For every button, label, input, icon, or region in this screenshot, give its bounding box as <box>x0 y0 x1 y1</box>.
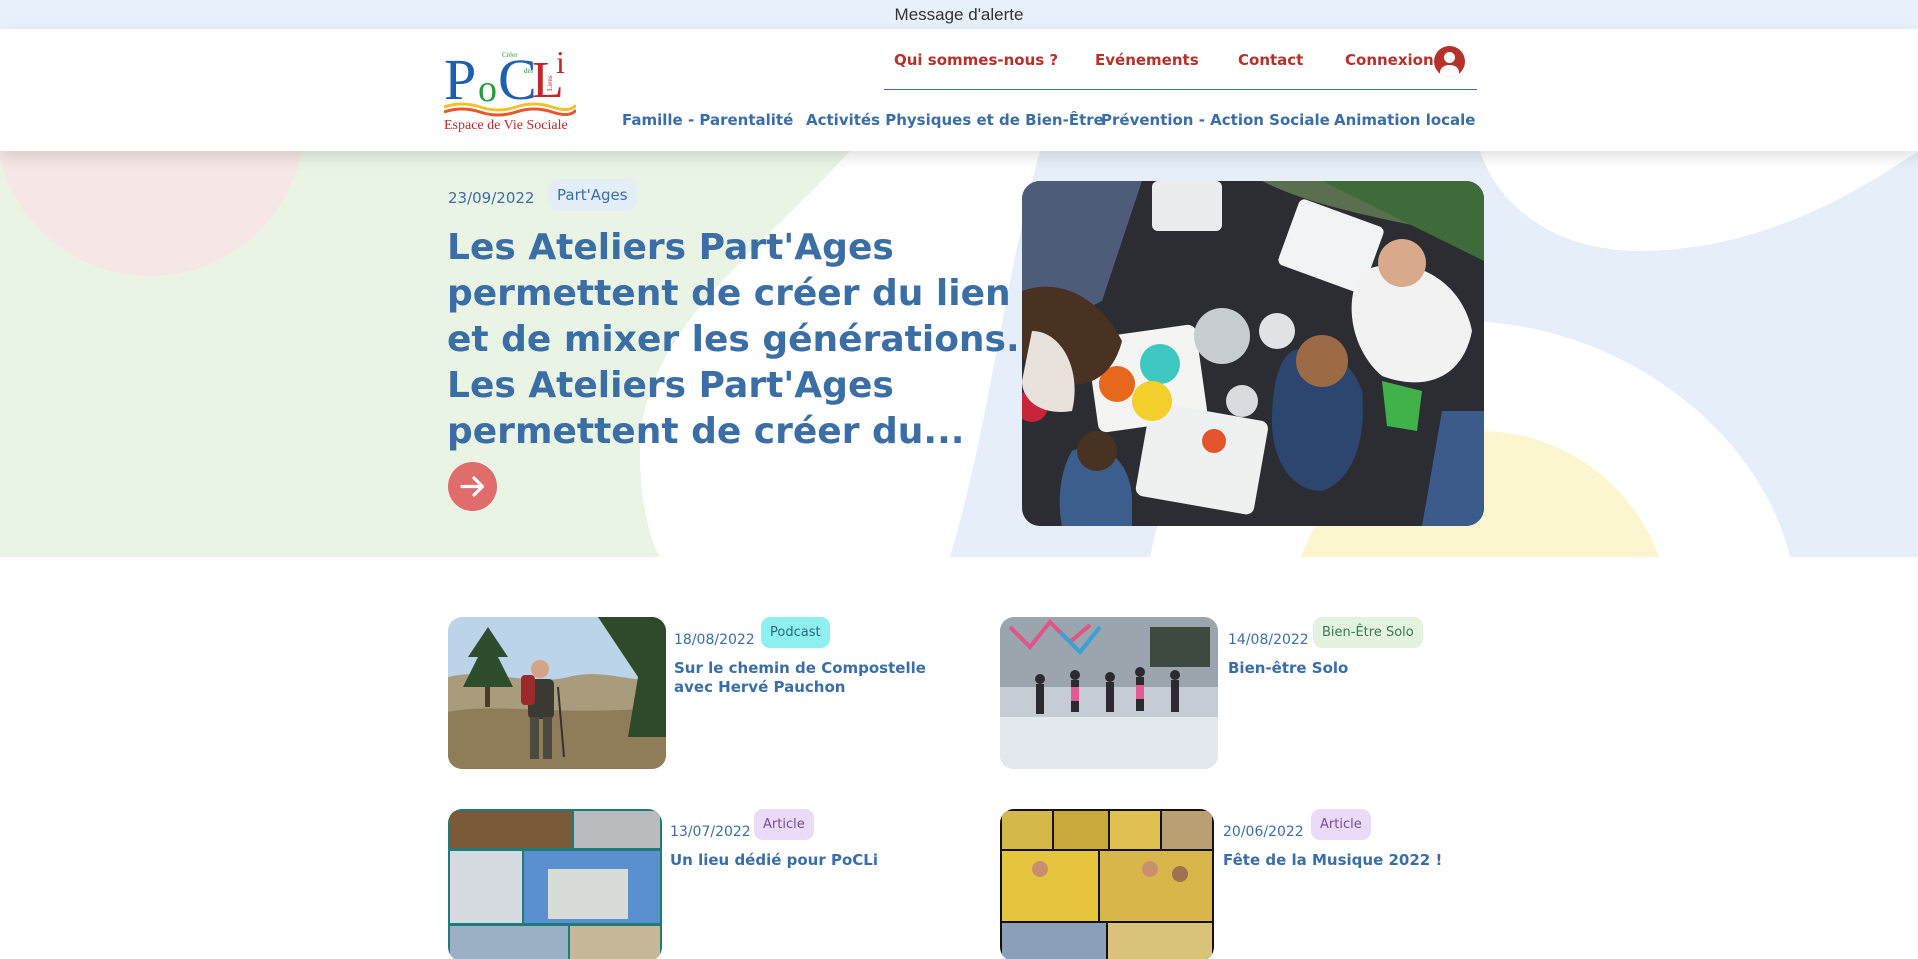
logo-word-liens: Liens <box>546 75 554 91</box>
article-title[interactable]: Un lieu dédié pour PoCLi <box>670 851 930 870</box>
top-navigation: Qui sommes-nous ? Evénements Contact Con… <box>884 39 1477 90</box>
article-card[interactable]: 13/07/2022 Article Un lieu dédié pour Po… <box>448 809 968 959</box>
arrow-right-icon <box>460 476 485 497</box>
logo-subtitle: Espace de Vie Sociale <box>444 118 568 133</box>
article-thumbnail-building-collage[interactable] <box>448 809 662 959</box>
nav-contact[interactable]: Contact <box>1238 51 1303 69</box>
article-title[interactable]: Fête de la Musique 2022 ! <box>1223 851 1483 870</box>
article-card[interactable]: 18/08/2022 Podcast Sur le chemin de Comp… <box>448 617 968 769</box>
logo-letter-i: i <box>556 44 565 80</box>
article-title[interactable]: Sur le chemin de Compostelle avec Hervé … <box>674 659 934 697</box>
hero-title[interactable]: Les Ateliers Part'Ages permettent de cré… <box>447 225 1027 455</box>
hero-read-more-button[interactable] <box>448 462 497 511</box>
article-card[interactable]: 20/06/2022 Article Fête de la Musique 20… <box>1000 809 1480 959</box>
article-card[interactable]: 14/08/2022 Bien-Être Solo Bien-être Solo <box>1000 617 1480 769</box>
article-date: 18/08/2022 <box>674 632 755 648</box>
login-link[interactable]: Connexion <box>1345 51 1434 69</box>
nav-evenements[interactable]: Evénements <box>1095 51 1199 69</box>
logo-letter-p: P <box>444 47 476 112</box>
nav-activites-physiques[interactable]: Activités Physiques et de Bien-Être <box>806 111 1104 129</box>
hero-category-tag[interactable]: Part'Ages <box>548 179 637 211</box>
article-thumbnail-music-festival[interactable] <box>1000 809 1214 959</box>
logo-word-creer: Créer <box>502 51 518 59</box>
article-thumbnail-hiker[interactable] <box>448 617 666 769</box>
user-avatar-icon[interactable] <box>1434 46 1465 77</box>
nav-qui-sommes-nous[interactable]: Qui sommes-nous ? <box>894 51 1058 69</box>
alert-bar: Message d'alerte <box>0 0 1918 29</box>
article-tag-article[interactable]: Article <box>1311 809 1371 840</box>
hero-section: 23/09/2022 Part'Ages Les Ateliers Part'A… <box>0 151 1918 557</box>
article-title[interactable]: Bien-être Solo <box>1228 659 1488 678</box>
article-date: 20/06/2022 <box>1223 824 1304 840</box>
article-tag-article[interactable]: Article <box>754 809 814 840</box>
article-date: 13/07/2022 <box>670 824 751 840</box>
nav-prevention-action-sociale[interactable]: Prévention - Action Sociale <box>1101 111 1330 129</box>
article-tag-podcast[interactable]: Podcast <box>761 617 830 648</box>
pocli-logo[interactable]: P o C L i Pour Créer des Liens Espace de… <box>443 43 578 135</box>
logo-word-pour: Pour <box>450 73 458 87</box>
logo-word-des: des <box>524 67 534 75</box>
nav-animation-locale[interactable]: Animation locale <box>1334 111 1475 129</box>
article-thumbnail-dance-class[interactable] <box>1000 617 1218 769</box>
article-tag-bien-etre-solo[interactable]: Bien-Être Solo <box>1313 617 1423 648</box>
alert-message: Message d'alerte <box>894 5 1024 24</box>
nav-famille-parentalite[interactable]: Famille - Parentalité <box>622 111 793 129</box>
hero-image-children-playing[interactable] <box>1022 181 1484 526</box>
hero-date: 23/09/2022 <box>448 189 535 207</box>
article-date: 14/08/2022 <box>1228 632 1309 648</box>
logo-letter-o: o <box>478 68 497 110</box>
site-header: P o C L i Pour Créer des Liens Espace de… <box>0 29 1918 151</box>
